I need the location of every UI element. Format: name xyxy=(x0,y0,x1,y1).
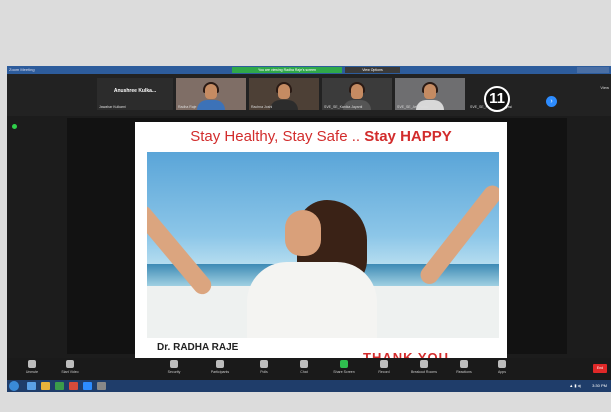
participant-tile[interactable]: Anushree Kulka... Jawahar Kulkarni xyxy=(97,78,173,110)
slide-photo xyxy=(147,152,499,338)
end-meeting-button[interactable]: End xyxy=(593,364,607,373)
shield-icon xyxy=(170,360,178,368)
participant-display-name: Anushree Kulka... xyxy=(113,88,157,94)
chevron-right-icon[interactable]: › xyxy=(546,96,557,107)
polls-button[interactable]: Polls xyxy=(247,360,281,374)
start-icon[interactable] xyxy=(9,381,19,391)
participant-tile[interactable]: Radha Raje xyxy=(176,78,246,110)
slide-title-part: Stay Healthy, Stay Safe .. xyxy=(190,128,365,145)
participant-tile[interactable]: SVE_SE_Arti Yadav xyxy=(395,78,465,110)
share-screen-icon xyxy=(340,360,348,368)
breakout-rooms-button[interactable]: Breakout Rooms xyxy=(407,360,441,374)
apps-icon xyxy=(498,360,506,368)
presentation-slide: Stay Healthy, Stay Safe .. Stay HAPPY Dr… xyxy=(135,122,507,358)
folder-icon[interactable] xyxy=(41,382,50,390)
windows-taskbar: ▲ ▮ ◂) 3:30 PM xyxy=(7,380,611,392)
participant-name: SVE_SE_Arti Yadav xyxy=(397,105,429,109)
image-frame: Zoom Meeting You are viewing Radha Raje'… xyxy=(0,0,611,412)
people-icon xyxy=(216,360,224,368)
reactions-icon xyxy=(460,360,468,368)
participant-tile[interactable]: SVE_SE_Kanika Jayanti xyxy=(322,78,392,110)
window-title-bar: Zoom Meeting You are viewing Radha Raje'… xyxy=(7,66,611,74)
microphone-icon xyxy=(28,360,36,368)
share-screen-button[interactable]: Share Screen xyxy=(327,360,361,374)
zoom-window: Zoom Meeting You are viewing Radha Raje'… xyxy=(7,66,611,392)
slide-author: Dr. RADHA RAJE xyxy=(157,342,239,353)
view-options-button[interactable]: View Options xyxy=(345,67,400,73)
view-label[interactable]: View xyxy=(600,85,609,90)
app-icon[interactable] xyxy=(97,382,106,390)
slide-title-emphasis: Stay HAPPY xyxy=(364,128,452,145)
participant-name: Rachna Joshi xyxy=(251,105,273,109)
video-camera-icon xyxy=(66,360,74,368)
participant-name: Radha Raje xyxy=(178,105,197,109)
apps-button[interactable]: Apps xyxy=(485,360,519,374)
record-icon xyxy=(380,360,388,368)
taskbar-clock[interactable]: 3:30 PM xyxy=(592,381,607,391)
participant-tile[interactable]: Rachna Joshi xyxy=(249,78,319,110)
participant-name: Jawahar Kulkarni xyxy=(99,105,126,109)
slide-title: Stay Healthy, Stay Safe .. Stay HAPPY xyxy=(135,128,507,145)
participant-name: SVE_SE_Kanika Jayanti xyxy=(324,105,363,109)
chat-button[interactable]: Chat xyxy=(287,360,321,374)
meeting-toolbar: Unmute Start Video Security Participants… xyxy=(7,358,611,380)
participant-count-badge: 11 xyxy=(484,86,510,112)
breakout-rooms-icon xyxy=(420,360,428,368)
participants-button[interactable]: Participants xyxy=(203,360,237,374)
start-video-button[interactable]: Start Video xyxy=(53,360,87,374)
reactions-button[interactable]: Reactions xyxy=(447,360,481,374)
chat-icon xyxy=(300,360,308,368)
connection-status-icon xyxy=(12,124,17,129)
security-button[interactable]: Security xyxy=(157,360,191,374)
window-controls[interactable] xyxy=(577,67,609,73)
participant-strip: Anushree Kulka... Jawahar Kulkarni Radha… xyxy=(7,74,611,116)
record-button[interactable]: Record xyxy=(367,360,401,374)
explorer-icon[interactable] xyxy=(27,382,36,390)
poll-icon xyxy=(260,360,268,368)
media-icon[interactable] xyxy=(69,382,78,390)
viewing-banner[interactable]: You are viewing Radha Raje's screen xyxy=(232,67,342,73)
slide-footer-text: THANK YOU xyxy=(363,350,450,358)
system-tray[interactable]: ▲ ▮ ◂) xyxy=(569,382,581,390)
browser-icon[interactable] xyxy=(55,382,64,390)
unmute-button[interactable]: Unmute xyxy=(15,360,49,374)
app-title: Zoom Meeting xyxy=(9,67,35,72)
zoom-icon[interactable] xyxy=(83,382,92,390)
